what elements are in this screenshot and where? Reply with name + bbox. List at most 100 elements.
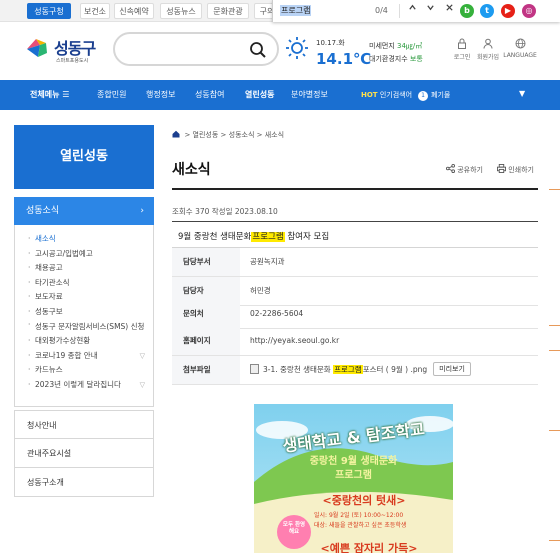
sun-weather-icon [286, 37, 308, 59]
sidebar-item-news[interactable]: 새소식 [28, 232, 153, 247]
sidebar-item-gazette[interactable]: 성동구보 [28, 305, 153, 320]
post-title-text: 9월 중랑천 생태문화 [178, 232, 252, 242]
gnb-item-field[interactable]: 분야별정보 [291, 80, 328, 110]
find-count: 0/4 [375, 6, 388, 15]
logo-slogan: 스마트포용도시 [56, 58, 89, 64]
print-button[interactable]: 인쇄하기 [497, 164, 534, 175]
print-icon [497, 164, 506, 173]
share-icon [446, 164, 455, 173]
language-label: LANGUAGE [503, 52, 537, 59]
share-button[interactable]: 공유하기 [446, 164, 483, 175]
search-highlight: 프로그램 [333, 365, 363, 374]
language-link[interactable]: LANGUAGE [502, 38, 538, 59]
sidebar-menu-about[interactable]: 성동구소개 [14, 468, 154, 497]
globe-icon [515, 38, 525, 49]
air-quality-label: 대기환경지수 [369, 55, 408, 63]
tab-culture[interactable]: 문화관광 [207, 3, 249, 19]
page-title: 새소식 [172, 162, 211, 178]
sidebar-section-label: 성동소식 [26, 206, 60, 216]
edge-tick [549, 189, 560, 190]
sidebar-item-covid[interactable]: 코로나19 종합 안내 ▽ [28, 349, 153, 364]
share-label: 공유하기 [457, 166, 483, 174]
sidebar-item-cardnews[interactable]: 카드뉴스 [28, 363, 153, 378]
sidebar-section-news[interactable]: 성동소식 › [14, 197, 154, 225]
caret-down-icon[interactable]: ▼ [519, 89, 525, 98]
login-label: 로그인 [453, 54, 471, 61]
search-highlight: 프로그램 [251, 232, 285, 242]
tab-label: 신속예약 [119, 7, 149, 16]
attachment-link-suffix[interactable]: 포스터 ( 9월 ) .png [363, 365, 427, 374]
sidebar-item-other-agency[interactable]: 타기관소식 [28, 276, 153, 291]
home-icon[interactable] [172, 130, 180, 138]
gnb-item-open[interactable]: 열린성동 [245, 80, 274, 110]
tab-label: 성동뉴스 [166, 7, 196, 16]
info-row-attachment: 첨부파일 3-1. 중랑천 생태문화 프로그램포스터 ( 9월 ) .png 미리… [172, 356, 538, 385]
all-menu-button[interactable]: 전체메뉴 ☰ [30, 80, 69, 110]
tab-news[interactable]: 성동뉴스 [160, 3, 202, 19]
sidebar-item-press[interactable]: 보도자료 [28, 290, 153, 305]
poster-program-title-2: <예쁜 잠자리 가득> [320, 542, 418, 553]
sidebar-item-label: 2023년 이렇게 달라집니다 [35, 379, 121, 389]
sidebar-menu-facilities[interactable]: 관내주요시설 [14, 439, 154, 468]
sidebar-title: 열린성동 [14, 125, 154, 189]
sidebar-item-2023[interactable]: 2023년 이렇게 달라집니다 ▽ [28, 378, 153, 393]
find-next-button[interactable] [423, 3, 437, 17]
find-close-button[interactable] [442, 3, 456, 17]
preview-button[interactable]: 미리보기 [433, 362, 471, 376]
join-label: 회원가입 [476, 54, 500, 61]
tab-label: 보건소 [83, 7, 107, 16]
sidebar-item-notice[interactable]: 고시공고/입법예고 [28, 247, 153, 262]
twitter-icon[interactable]: t [480, 4, 494, 18]
instagram-icon[interactable]: ◎ [522, 4, 536, 18]
attachment-link[interactable]: 3-1. 중랑천 생태문화 [263, 365, 333, 374]
post-meta: 조회수 370 작성일 2023.08.10 [172, 207, 278, 216]
title-divider [172, 188, 538, 190]
fine-dust-value: 34㎍/㎥ [397, 42, 423, 50]
tab-health-center[interactable]: 보건소 [80, 3, 110, 19]
search-input[interactable] [127, 41, 247, 57]
logo-name: 성동구 [54, 39, 96, 58]
find-input[interactable]: 프로그램 [280, 5, 312, 16]
site-logo[interactable]: 성동구 스마트포용도시 [24, 32, 110, 68]
poster-subtitle-2: 프로그램 [335, 470, 372, 481]
sidebar-menu-building[interactable]: 청사안내 [14, 410, 154, 439]
hamburger-icon: ☰ [62, 90, 70, 99]
meta-divider [172, 221, 538, 222]
print-label: 인쇄하기 [508, 166, 534, 174]
breadcrumb-item[interactable]: 열린성동 [193, 131, 219, 139]
popular-keywords[interactable]: HOT 인기검색어 1 폐기물 [361, 80, 450, 110]
gnb-item-admin[interactable]: 행정정보 [146, 80, 175, 110]
edge-tick [549, 350, 560, 351]
search-icon[interactable] [249, 41, 267, 59]
info-label: 담당부서 [172, 248, 240, 276]
tab-label: 성동구청 [34, 7, 64, 16]
tab-quick-reserve[interactable]: 신속예약 [114, 3, 154, 19]
global-navigation: 전체메뉴 ☰ 종합민원 행정정보 성동참여 열린성동 분야별정보 HOT 인기검… [0, 80, 560, 110]
gnb-item-civil[interactable]: 종합민원 [97, 80, 126, 110]
sidebar-item-recruit[interactable]: 채용공고 [28, 261, 153, 276]
tab-seongdong-office[interactable]: 성동구청 [27, 3, 71, 19]
info-row-department: 담당부서 공원녹지과 [172, 248, 538, 277]
chevron-down-icon [426, 5, 434, 11]
find-in-page-bar: 프로그램 0/4 b t ▶ ◎ [272, 0, 560, 22]
breadcrumb: > 열린성동 > 성동소식 > 새소식 [172, 130, 284, 140]
gnb-item-participation[interactable]: 성동참여 [195, 80, 224, 110]
blog-icon[interactable]: b [460, 4, 474, 18]
post-title-text: 참여자 모집 [284, 232, 330, 242]
sidebar-item-awards[interactable]: 대외평가수상현황 [28, 334, 153, 349]
edge-tick [549, 325, 560, 326]
breadcrumb-item[interactable]: 성동소식 [229, 131, 255, 139]
chevron-up-icon [408, 4, 416, 10]
breadcrumb-item[interactable]: 새소식 [265, 131, 284, 139]
chevron-down-icon: ▽ [139, 380, 145, 389]
join-link[interactable]: 회원가입 [472, 38, 504, 61]
lock-icon [458, 38, 466, 49]
youtube-icon[interactable]: ▶ [501, 4, 515, 18]
poster-date: 일시: 9월 2일 (토) 10:00~12:00 [314, 512, 404, 519]
sidebar-item-sms[interactable]: 성동구 문자알림서비스(SMS) 신청 [28, 319, 153, 334]
info-label: 홈페이지 [172, 327, 240, 355]
find-previous-button[interactable] [405, 3, 419, 17]
homepage-link[interactable]: http://yeyak.seoul.go.kr [250, 327, 339, 355]
info-value: 공원녹지과 [250, 257, 285, 266]
info-row-homepage: 홈페이지 http://yeyak.seoul.go.kr [172, 327, 538, 356]
